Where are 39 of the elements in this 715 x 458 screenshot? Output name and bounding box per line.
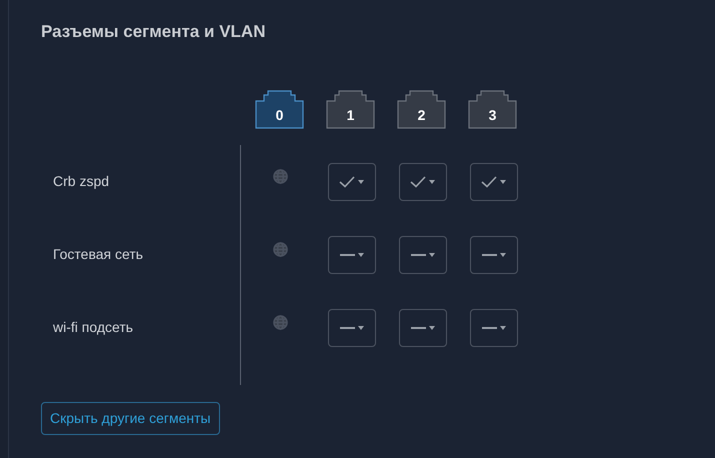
vlan-dropdown[interactable] [398,162,446,200]
port-button[interactable]: 3 [468,90,517,129]
caret-down-icon [358,326,364,330]
dash-icon [482,326,496,328]
caret-down-icon [428,252,434,256]
globe-icon [273,169,288,184]
vlan-dropdown[interactable] [470,236,518,274]
checkmark-icon [481,176,497,188]
dash-icon [410,254,426,256]
globe-icon [273,315,288,330]
caret-down-icon [429,180,435,184]
port-button[interactable]: 0 [255,90,304,129]
port-button[interactable]: 2 [397,90,446,129]
vlan-dropdown[interactable] [398,308,446,346]
caret-down-icon [358,180,364,184]
caret-down-icon [500,326,506,330]
caret-down-icon [500,252,506,256]
dash-icon [340,326,354,328]
segment-label: Crb zspd [53,172,110,191]
section-title: Разъемы сегмента и VLAN [41,21,266,43]
caret-down-icon [500,180,506,184]
caret-down-icon [428,326,434,330]
port-button[interactable]: 1 [326,90,375,129]
segment-label: wi-fi подсеть [53,318,134,337]
dash-icon [410,326,426,328]
dash-icon [340,254,354,256]
vlan-dropdown[interactable] [470,162,518,200]
vlan-dropdown[interactable] [470,308,518,346]
globe-icon [273,242,288,257]
vlan-dropdown[interactable] [328,236,376,274]
checkmark-icon [339,176,355,188]
dash-icon [482,254,496,256]
caret-down-icon [358,252,364,256]
vlan-dropdown[interactable] [328,308,376,346]
checkmark-icon [410,176,426,188]
segment-label: Гостевая сеть [53,245,144,264]
vlan-dropdown[interactable] [328,162,376,200]
vlan-dropdown[interactable] [398,236,446,274]
hide-segments-button[interactable]: Скрыть другие сегменты [41,402,220,435]
